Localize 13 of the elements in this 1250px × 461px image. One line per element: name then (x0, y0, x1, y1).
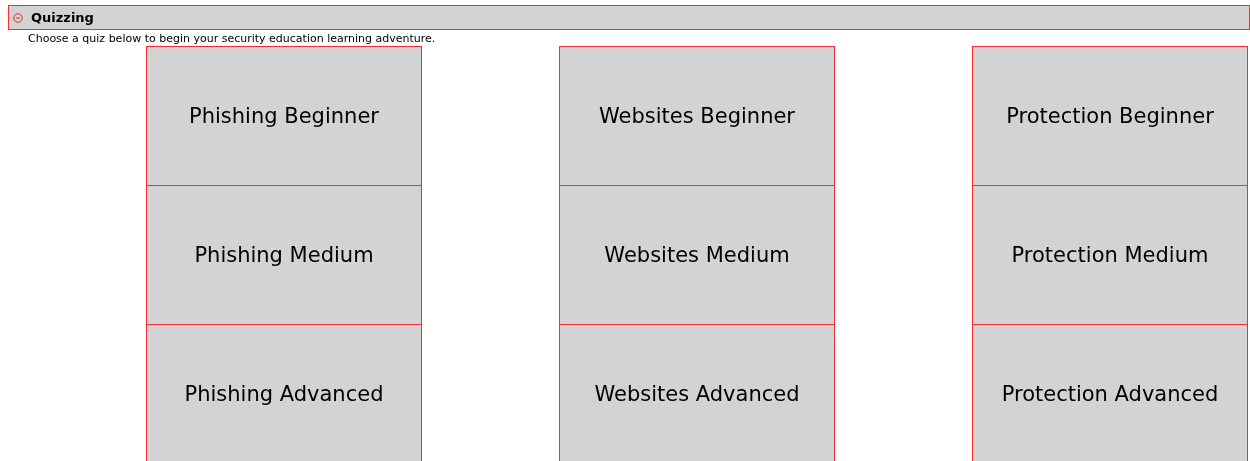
quiz-button[interactable]: Websites Beginner (559, 46, 835, 186)
quiz-button[interactable]: Phishing Medium (146, 185, 422, 325)
collapse-icon[interactable] (13, 12, 23, 23)
intro-text: Choose a quiz below to begin your security education learning adventure. (28, 32, 437, 45)
quiz-button[interactable]: Phishing Advanced (146, 324, 422, 461)
section-header[interactable]: Quizzing (8, 5, 1250, 30)
quiz-button[interactable]: Websites Advanced (559, 324, 835, 461)
quiz-button[interactable]: Phishing Beginner (146, 46, 422, 186)
section-title: Quizzing (31, 10, 94, 25)
quiz-button[interactable]: Protection Beginner (972, 46, 1248, 186)
quiz-button[interactable]: Protection Advanced (972, 324, 1248, 461)
quiz-button[interactable]: Websites Medium (559, 185, 835, 325)
quiz-button[interactable]: Protection Medium (972, 185, 1248, 325)
